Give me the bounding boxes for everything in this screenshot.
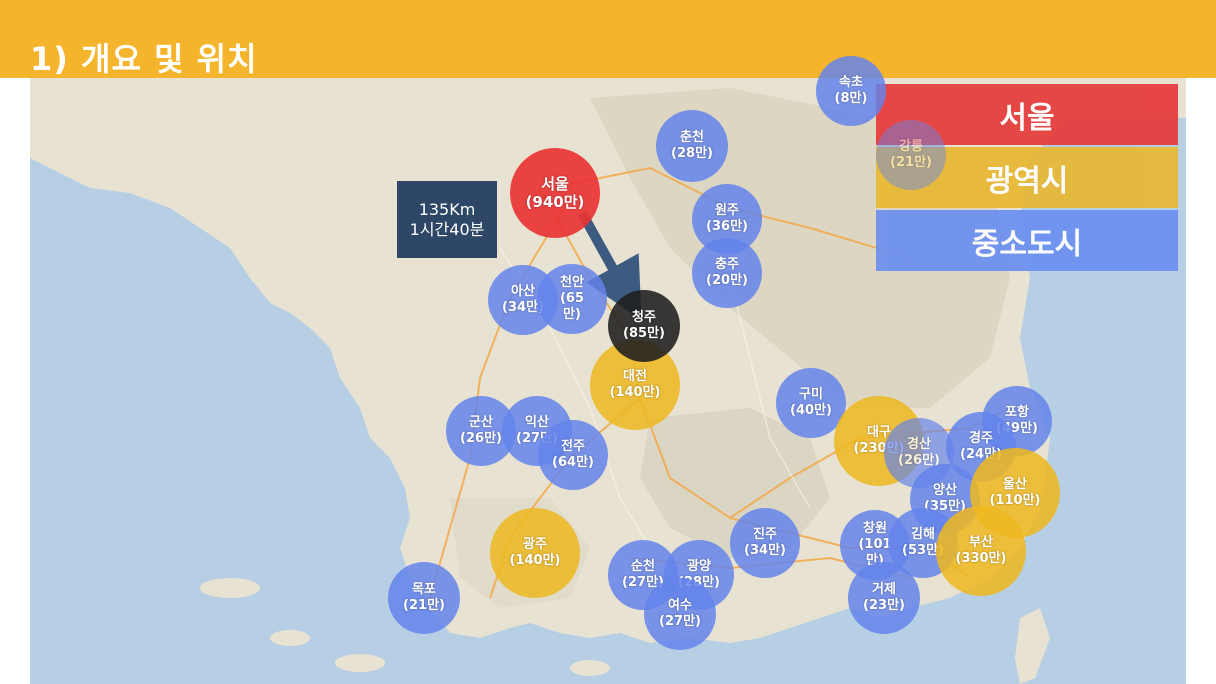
city-name: 창원 bbox=[863, 521, 887, 536]
city-population: (110만) bbox=[989, 493, 1041, 508]
city-name: 김해 bbox=[911, 527, 935, 542]
legend-small-cities-label: 중소도시 bbox=[971, 226, 1083, 262]
city-yeosu[interactable]: 여수 (27만) bbox=[644, 578, 716, 650]
distance-info: 135Km 1시간40분 bbox=[397, 181, 497, 258]
city-name: 충주 bbox=[715, 257, 739, 272]
city-name: 강릉 bbox=[899, 139, 923, 154]
city-name: 양산 bbox=[933, 483, 957, 498]
city-name: 여수 bbox=[668, 598, 692, 613]
city-population: (27만) bbox=[659, 614, 701, 629]
city-population: (8만) bbox=[834, 91, 868, 106]
city-population: (34만) bbox=[744, 543, 786, 558]
city-population: (20만) bbox=[706, 273, 748, 288]
city-population: (36만) bbox=[706, 219, 748, 234]
city-population: (140만) bbox=[509, 553, 561, 568]
city-name: 부산 bbox=[969, 535, 993, 550]
city-population: (64만) bbox=[552, 455, 594, 470]
city-population: (26만) bbox=[460, 431, 502, 446]
legend-small-cities: 중소도시 bbox=[876, 210, 1178, 271]
city-gangneung[interactable]: 강릉 (21만) bbox=[876, 120, 946, 190]
city-population: (140만) bbox=[609, 385, 661, 400]
city-name: 경주 bbox=[969, 431, 993, 446]
city-name: 속초 bbox=[839, 75, 863, 90]
city-name: 목포 bbox=[412, 582, 436, 597]
city-chuncheon[interactable]: 춘천 (28만) bbox=[656, 110, 728, 182]
city-name: 천안 bbox=[560, 275, 584, 290]
city-mokpo[interactable]: 목포 (21만) bbox=[388, 562, 460, 634]
city-name: 원주 bbox=[715, 203, 739, 218]
city-name: 춘천 bbox=[680, 130, 704, 145]
city-cheongju[interactable]: 청주 (85만) bbox=[608, 290, 680, 362]
city-gwangju[interactable]: 광주 (140만) bbox=[490, 508, 580, 598]
city-name: 거제 bbox=[872, 582, 896, 597]
city-busan[interactable]: 부산 (330만) bbox=[936, 506, 1026, 596]
city-geoje[interactable]: 거제 (23만) bbox=[848, 562, 920, 634]
city-population: (65 만) bbox=[559, 291, 585, 322]
legend-seoul-label: 서울 bbox=[999, 100, 1055, 136]
city-population: (40만) bbox=[790, 403, 832, 418]
city-population: (21만) bbox=[403, 598, 445, 613]
city-name: 광양 bbox=[687, 559, 711, 574]
city-name: 광주 bbox=[523, 537, 547, 552]
city-name: 청주 bbox=[632, 310, 656, 325]
city-name: 순천 bbox=[631, 559, 655, 574]
city-population: (21만) bbox=[890, 155, 932, 170]
city-name: 전주 bbox=[561, 439, 585, 454]
city-name: 구미 bbox=[799, 387, 823, 402]
city-cheonan[interactable]: 천안 (65 만) bbox=[537, 264, 607, 334]
city-population: (85만) bbox=[623, 326, 665, 341]
city-population: (28만) bbox=[671, 146, 713, 161]
distance-km: 135Km bbox=[418, 199, 476, 219]
legend-metropolitan-label: 광역시 bbox=[985, 163, 1069, 199]
city-name: 울산 bbox=[1003, 477, 1027, 492]
city-name: 진주 bbox=[753, 527, 777, 542]
city-name: 익산 bbox=[525, 415, 549, 430]
city-population: (940만) bbox=[525, 193, 585, 211]
header-bar: 1) 개요 및 위치 bbox=[0, 0, 1216, 78]
slide-title: 1) 개요 및 위치 bbox=[30, 40, 258, 78]
city-name: 경산 bbox=[907, 437, 931, 452]
city-name: 아산 bbox=[511, 284, 535, 299]
city-name: 포항 bbox=[1005, 405, 1029, 420]
city-seoul[interactable]: 서울 (940만) bbox=[510, 148, 600, 238]
city-population: (330만) bbox=[955, 551, 1007, 566]
city-sokcho[interactable]: 속초 (8만) bbox=[816, 56, 886, 126]
city-name: 서울 bbox=[541, 175, 569, 193]
city-name: 대전 bbox=[623, 369, 647, 384]
city-jeonju[interactable]: 전주 (64만) bbox=[538, 420, 608, 490]
city-jinju[interactable]: 진주 (34만) bbox=[730, 508, 800, 578]
distance-time: 1시간40분 bbox=[409, 219, 485, 239]
city-population: (23만) bbox=[863, 598, 905, 613]
city-name: 군산 bbox=[469, 415, 493, 430]
city-chungju[interactable]: 충주 (20만) bbox=[692, 238, 762, 308]
